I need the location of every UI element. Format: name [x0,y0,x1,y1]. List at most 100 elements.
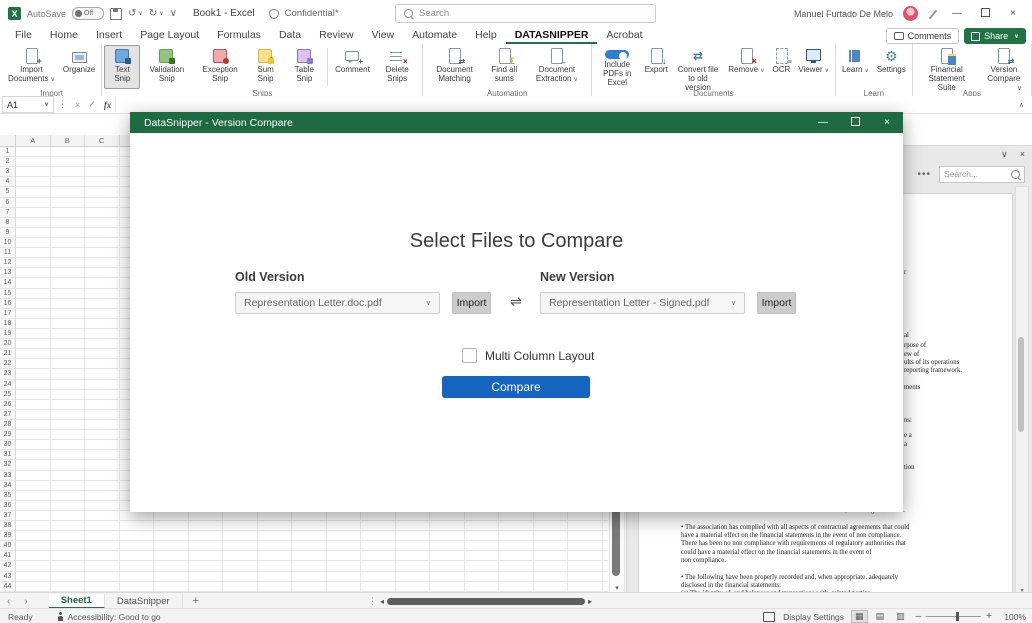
import-old-button[interactable]: Import [452,292,491,314]
cell-B38[interactable] [51,521,86,531]
ribbon-tab-home[interactable]: Home [41,27,87,44]
cell-C40[interactable] [85,541,120,551]
cell-C36[interactable] [85,501,120,511]
cell-G37[interactable] [223,511,258,521]
cell-O37[interactable] [499,511,534,521]
cell-J39[interactable] [327,531,362,541]
settings-button[interactable]: ⚙Settings [873,45,910,89]
cell-B10[interactable] [51,238,86,248]
cell-P38[interactable] [534,521,569,531]
cell-D42[interactable] [120,561,155,571]
financial-statement-suite-button[interactable]: Financial Statement Suite [915,45,979,89]
cell-H38[interactable] [258,521,293,531]
ocr-button[interactable]: ≡OCR [768,45,794,89]
row-header-32[interactable]: 32 [0,460,16,470]
cell-J40[interactable] [327,541,362,551]
cell-N40[interactable] [465,541,500,551]
sensitivity-label[interactable]: Confidential* [285,8,339,19]
cell-C35[interactable] [85,491,120,501]
row-header-6[interactable]: 6 [0,198,16,208]
cell-P40[interactable] [534,541,569,551]
zoom-slider-thumb[interactable] [956,612,959,621]
cell-K39[interactable] [361,531,396,541]
cell-C17[interactable] [85,309,120,319]
cell-O39[interactable] [499,531,534,541]
row-header-11[interactable]: 11 [0,248,16,258]
insert-function-icon[interactable]: fx [100,100,116,110]
document-extraction-button[interactable]: →Document Extraction∨ [525,45,589,89]
cell-F38[interactable] [189,521,224,531]
cell-G39[interactable] [223,531,258,541]
cell-R38[interactable] [603,521,609,531]
cell-D43[interactable] [120,572,155,582]
cell-M40[interactable] [430,541,465,551]
cell-I42[interactable] [292,561,327,571]
cell-L38[interactable] [396,521,431,531]
cell-C5[interactable] [85,187,120,197]
cell-B1[interactable] [51,147,86,157]
cell-A8[interactable] [16,218,51,228]
cell-N41[interactable] [465,551,500,561]
cell-D40[interactable] [120,541,155,551]
cell-D39[interactable] [120,531,155,541]
share-button[interactable]: Share∨ [964,28,1026,44]
text-snip-button[interactable]: Text Snip [104,45,140,89]
cell-C42[interactable] [85,561,120,571]
cell-B11[interactable] [51,248,86,258]
cell-K37[interactable] [361,511,396,521]
cell-A17[interactable] [16,309,51,319]
row-header-21[interactable]: 21 [0,349,16,359]
column-header-b[interactable]: B [51,135,86,147]
cell-A23[interactable] [16,369,51,379]
cell-A29[interactable] [16,430,51,440]
cell-I44[interactable] [292,582,327,592]
cell-C28[interactable] [85,420,120,430]
cell-F42[interactable] [189,561,224,571]
cell-A16[interactable] [16,299,51,309]
cell-B21[interactable] [51,349,86,359]
cancel-icon[interactable]: × [71,100,84,110]
cell-B29[interactable] [51,430,86,440]
cell-C19[interactable] [85,329,120,339]
export-button[interactable]: ↓Export [641,45,672,89]
sheet-tab-sheet1[interactable]: Sheet1 [49,594,105,609]
cell-B41[interactable] [51,551,86,561]
cell-G43[interactable] [223,572,258,582]
row-header-20[interactable]: 20 [0,339,16,349]
cell-C29[interactable] [85,430,120,440]
row-header-14[interactable]: 14 [0,278,16,288]
scroll-down-icon[interactable]: ▾ [610,584,624,592]
cell-A41[interactable] [16,551,51,561]
row-header-8[interactable]: 8 [0,218,16,228]
cell-A36[interactable] [16,501,51,511]
cell-F37[interactable] [189,511,224,521]
row-header-9[interactable]: 9 [0,228,16,238]
cell-C12[interactable] [85,258,120,268]
expand-formula-bar-icon[interactable]: ∧ [1019,101,1032,109]
cell-A32[interactable] [16,460,51,470]
ribbon-tab-datasnipper[interactable]: DATASNIPPER [506,27,598,44]
cell-C41[interactable] [85,551,120,561]
cell-K40[interactable] [361,541,396,551]
collapse-ribbon-icon[interactable]: ∨ [1017,84,1022,92]
cell-H42[interactable] [258,561,293,571]
table-snip-button[interactable]: Table Snip [284,45,324,89]
cell-C31[interactable] [85,450,120,460]
cell-C6[interactable] [85,198,120,208]
panel-search-input[interactable]: Search... [939,166,1025,183]
cell-E43[interactable] [154,572,189,582]
cell-F39[interactable] [189,531,224,541]
new-version-select[interactable]: Representation Letter - Signed.pdf ∨ [540,292,745,314]
cell-B23[interactable] [51,369,86,379]
cell-I37[interactable] [292,511,327,521]
cell-C26[interactable] [85,400,120,410]
cell-A34[interactable] [16,481,51,491]
cell-R43[interactable] [603,572,609,582]
cell-Q43[interactable] [568,572,603,582]
row-header-3[interactable]: 3 [0,167,16,177]
cell-C43[interactable] [85,572,120,582]
cell-F43[interactable] [189,572,224,582]
cell-A31[interactable] [16,450,51,460]
import-documents-button[interactable]: +Import Documents∨ [4,45,59,89]
cell-R39[interactable] [603,531,609,541]
